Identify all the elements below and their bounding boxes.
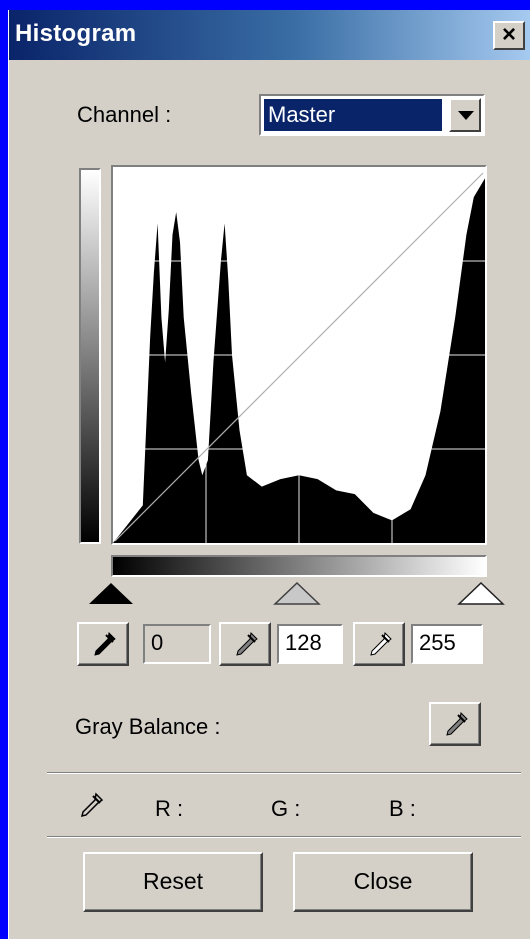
histogram-chart[interactable]: [111, 165, 487, 545]
gray-level-field[interactable]: 128: [277, 624, 343, 664]
red-readout-label: R :: [155, 796, 184, 821]
white-eyedropper-button[interactable]: [353, 622, 405, 666]
gray-balance-label: Gray Balance :: [75, 714, 221, 739]
eyedropper-icon: [94, 631, 116, 656]
green-readout-label: G :: [271, 796, 301, 821]
white-point-slider[interactable]: [457, 582, 505, 606]
black-level-field[interactable]: 0: [143, 624, 211, 664]
channel-select[interactable]: Master: [259, 94, 485, 136]
reset-button[interactable]: Reset: [83, 852, 263, 912]
gray-eyedropper-button[interactable]: [219, 622, 271, 666]
eyedropper-icon: [446, 711, 468, 736]
close-button[interactable]: Close: [293, 852, 473, 912]
close-window-button[interactable]: ×: [493, 21, 525, 50]
eyedropper-icon: [236, 631, 258, 656]
window-title: Histogram: [15, 20, 137, 47]
eyedropper-icon: [370, 631, 392, 656]
title-bar[interactable]: Histogram ×: [9, 10, 530, 60]
histogram-window: Histogram × Channel : Master 0 128 255 G…: [8, 10, 530, 939]
channel-label: Channel :: [77, 102, 172, 127]
channel-selected-value: Master: [264, 99, 442, 131]
gray-point-slider[interactable]: [273, 582, 321, 606]
eyedropper-icon: [80, 792, 104, 818]
dropdown-arrow-icon[interactable]: [449, 98, 481, 132]
separator-bottom: [47, 836, 521, 838]
blue-readout-label: B :: [389, 796, 416, 821]
input-gradient-bar: [111, 555, 487, 577]
black-eyedropper-button[interactable]: [77, 622, 129, 666]
white-level-field[interactable]: 255: [411, 624, 483, 664]
separator-top: [47, 772, 521, 774]
output-gradient-bar: [79, 168, 101, 544]
close-icon: ×: [501, 21, 516, 48]
gray-balance-eyedropper-button[interactable]: [429, 702, 481, 746]
black-point-slider[interactable]: [87, 582, 135, 606]
